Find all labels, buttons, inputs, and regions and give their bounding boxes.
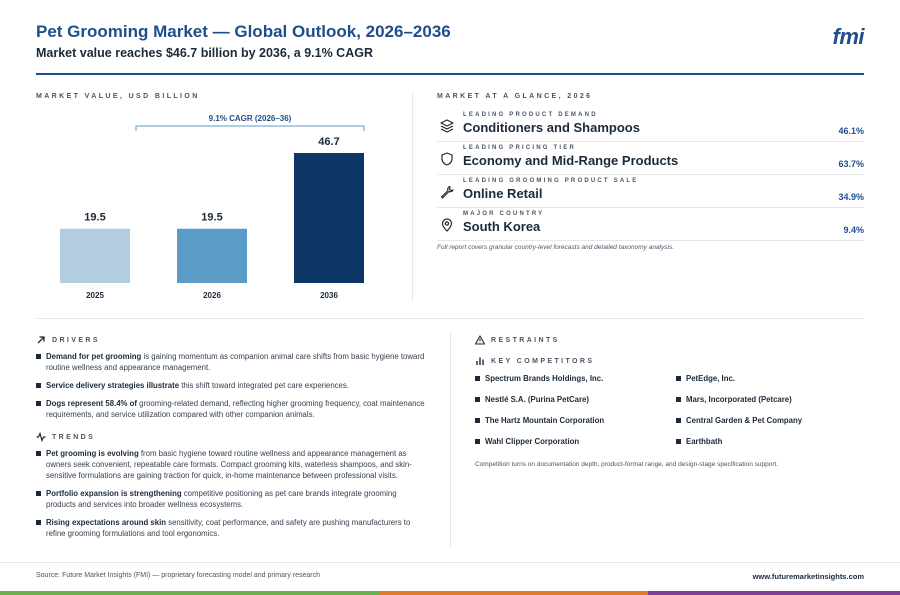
data-label: 46.7 xyxy=(318,136,339,148)
section-divider xyxy=(36,318,864,319)
x-tick-label: 2025 xyxy=(86,291,104,300)
competitor-item: PetEdge, Inc. xyxy=(676,374,735,383)
trends-label: TRENDS xyxy=(52,433,96,441)
competitor-item: Earthbath xyxy=(676,437,722,446)
bar-2025 xyxy=(60,228,130,283)
list-item: Portfolio expansion is strengthening com… xyxy=(36,488,426,510)
trends-list: Pet grooming is evolving from basic hygi… xyxy=(36,448,426,546)
drivers-heading: DRIVERS xyxy=(36,335,100,345)
restraints-heading: RESTRAINTS xyxy=(475,335,560,345)
chart-section-label: MARKET VALUE, USD BILLION xyxy=(36,93,200,100)
drivers-list: Demand for pet grooming is gaining momen… xyxy=(36,351,426,427)
cagr-annotation: 9.1% CAGR (2026–36) xyxy=(209,114,292,123)
arrow-up-right-icon xyxy=(37,336,45,344)
bar-2036 xyxy=(294,153,364,283)
header-divider xyxy=(36,73,864,75)
layers-icon xyxy=(440,119,454,133)
market-value-chart: 19.5 2025 19.5 2026 46.7 2036 9.1% CAGR (2026–… xyxy=(60,114,365,300)
page-title: Pet Grooming Market — Global Outlook, 20… xyxy=(36,22,451,41)
glance-section-label: MARKET AT A GLANCE, 2026 xyxy=(437,93,593,100)
glance-item-percent: 63.7% xyxy=(838,159,864,169)
list-item: Demand for pet grooming is gaining momen… xyxy=(36,351,426,373)
data-label: 19.5 xyxy=(201,212,222,224)
glance-item-value: Online Retail xyxy=(463,186,543,201)
list-item: Rising expectations around skin sensitiv… xyxy=(36,517,426,539)
glance-item-pricing-tier: LEADING PRICING TIER Economy and Mid-Ran… xyxy=(437,145,864,175)
vertical-divider xyxy=(450,332,451,547)
x-tick-label: 2036 xyxy=(320,291,338,300)
competitor-item: Spectrum Brands Holdings, Inc. xyxy=(475,374,603,383)
glance-item-percent: 9.4% xyxy=(843,225,864,235)
vertical-divider xyxy=(412,92,413,302)
glance-item-percent: 46.1% xyxy=(838,126,864,136)
glance-item-major-country: MAJOR COUNTRY South Korea 9.4% xyxy=(437,211,864,241)
restraints-label: RESTRAINTS xyxy=(491,336,560,344)
competitor-item: Central Garden & Pet Company xyxy=(676,416,802,425)
competitors-note: Competition turns on documentation depth… xyxy=(475,461,779,468)
glance-item-label: LEADING PRICING TIER xyxy=(463,145,577,151)
competitor-item: Nestlé S.A. (Purina PetCare) xyxy=(475,395,589,404)
footer-color-bar xyxy=(0,591,900,595)
source-note: Source: Future Market Insights (FMI) — p… xyxy=(36,572,320,579)
competitor-item: The Hartz Mountain Corporation xyxy=(475,416,604,425)
list-item: Service delivery strategies illustrate t… xyxy=(36,380,426,391)
glance-item-label: MAJOR COUNTRY xyxy=(463,211,545,217)
glance-item-value: Conditioners and Shampoos xyxy=(463,120,640,135)
page-subtitle: Market value reaches $46.7 billion by 20… xyxy=(36,46,373,60)
website-link[interactable]: www.futuremarketinsights.com xyxy=(753,572,864,581)
list-item: Pet grooming is evolving from basic hygi… xyxy=(36,448,426,481)
glance-item-percent: 34.9% xyxy=(838,192,864,202)
data-label: 19.5 xyxy=(84,212,105,224)
cagr-bracket xyxy=(135,125,365,131)
x-tick-label: 2026 xyxy=(203,291,221,300)
drivers-label: DRIVERS xyxy=(52,336,100,344)
glance-note: Full report covers granular country-leve… xyxy=(437,244,675,251)
bar-2026 xyxy=(177,228,247,283)
bar-chart-icon xyxy=(476,357,484,365)
warning-icon xyxy=(475,335,485,345)
competitors-label: KEY COMPETITORS xyxy=(491,357,595,365)
glance-item-product-demand: LEADING PRODUCT DEMAND Conditioners and … xyxy=(437,112,864,142)
competitors-heading: KEY COMPETITORS xyxy=(475,356,594,366)
glance-item-product-sale: LEADING GROOMING PRODUCT SALE Online Ret… xyxy=(437,178,864,208)
glance-item-label: LEADING PRODUCT DEMAND xyxy=(463,112,598,118)
color-bar-purple xyxy=(648,591,900,595)
map-pin-icon xyxy=(441,218,453,232)
fmi-logo[interactable]: fmi xyxy=(833,24,865,50)
wrench-icon xyxy=(440,185,454,199)
competitor-item: Mars, Incorporated (Petcare) xyxy=(676,395,792,404)
list-item: Dogs represent 58.4% of grooming-related… xyxy=(36,398,426,420)
color-bar-orange xyxy=(380,591,648,595)
trends-heading: TRENDS xyxy=(36,432,95,442)
footer-divider xyxy=(0,562,900,563)
glance-item-label: LEADING GROOMING PRODUCT SALE xyxy=(463,178,639,184)
glance-item-value: South Korea xyxy=(463,219,541,234)
shield-icon xyxy=(441,152,453,166)
activity-icon xyxy=(36,432,46,442)
color-bar-green xyxy=(0,591,380,595)
competitor-item: Wahl Clipper Corporation xyxy=(475,437,579,446)
glance-item-value: Economy and Mid-Range Products xyxy=(463,153,679,168)
